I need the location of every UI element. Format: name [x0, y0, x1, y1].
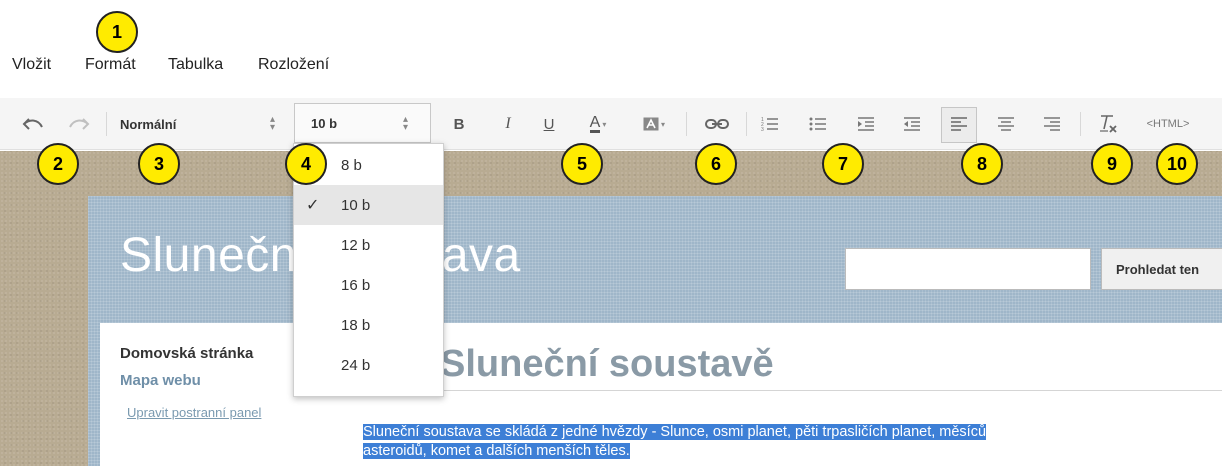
- menu-format[interactable]: Formát: [85, 56, 136, 74]
- size-option-label: 10 b: [341, 196, 371, 214]
- align-right-icon: [1044, 117, 1060, 131]
- menu-table[interactable]: Tabulka: [168, 56, 223, 74]
- align-center-icon: [998, 117, 1014, 131]
- site-search-button[interactable]: Prohledat ten: [1101, 248, 1222, 290]
- selected-body-text[interactable]: Sluneční soustava se skládá z jedné hvěz…: [363, 423, 1222, 461]
- size-option-label: 24 b: [341, 356, 371, 374]
- size-option-18[interactable]: 18 b: [294, 305, 443, 345]
- align-center-button[interactable]: [993, 98, 1019, 150]
- size-option-16[interactable]: 16 b: [294, 265, 443, 305]
- align-left-button[interactable]: [946, 98, 972, 150]
- size-option-10[interactable]: ✓ 10 b: [294, 185, 443, 225]
- toolbar-align: <HTML>: [0, 98, 1222, 150]
- edit-sidebar-link[interactable]: Upravit postranní panel: [127, 405, 261, 420]
- callout-badge-5: 5: [561, 143, 603, 185]
- body-text-line-1: Sluneční soustava se skládá z jedné hvěz…: [363, 424, 987, 440]
- clear-formatting-icon: [1100, 115, 1117, 133]
- callout-badge-7: 7: [822, 143, 864, 185]
- align-right-button[interactable]: [1039, 98, 1065, 150]
- sidebar-item-home[interactable]: Domovská stránka: [120, 345, 253, 362]
- callout-badge-6: 6: [695, 143, 737, 185]
- size-option-label: 16 b: [341, 276, 371, 294]
- clear-formatting-button[interactable]: [1093, 98, 1123, 150]
- callout-badge-4: 4: [285, 143, 327, 185]
- callout-badge-8: 8: [961, 143, 1003, 185]
- menu-insert[interactable]: Vložit: [12, 56, 51, 74]
- callout-badge-1: 1: [96, 11, 138, 53]
- callout-badge-2: 2: [37, 143, 79, 185]
- body-text-line-2: asteroidů, komet a dalších menších těles…: [363, 443, 630, 459]
- page-heading: Sluneční soustavě: [440, 343, 1222, 391]
- site-search-input[interactable]: [845, 248, 1091, 290]
- menu-layout[interactable]: Rozložení: [258, 56, 329, 74]
- size-option-24[interactable]: 24 b: [294, 345, 443, 385]
- callout-badge-9: 9: [1091, 143, 1133, 185]
- size-option-label: 18 b: [341, 316, 371, 334]
- checkmark-icon: ✓: [306, 197, 320, 214]
- html-button[interactable]: <HTML>: [1138, 98, 1198, 150]
- sidebar-item-sitemap[interactable]: Mapa webu: [120, 372, 201, 389]
- size-option-label: 12 b: [341, 236, 371, 254]
- size-option-label: 8 b: [341, 156, 362, 174]
- callout-badge-10: 10: [1156, 143, 1198, 185]
- callout-badge-3: 3: [138, 143, 180, 185]
- size-option-12[interactable]: 12 b: [294, 225, 443, 265]
- align-left-icon: [951, 117, 967, 131]
